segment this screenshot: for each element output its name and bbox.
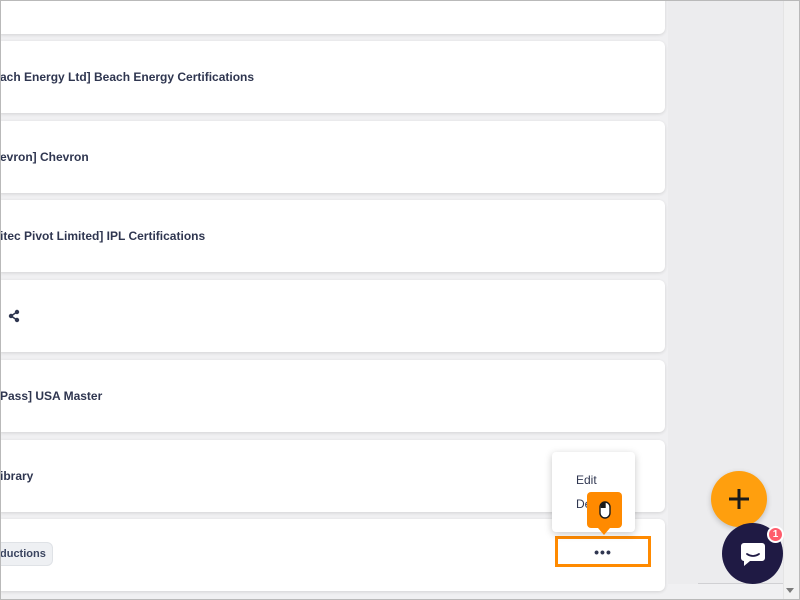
card-title: Pass] USA Master [0, 389, 103, 403]
list-item[interactable]: itec Pivot Limited] IPL Certifications [0, 200, 665, 272]
notification-badge: 1 [767, 526, 784, 543]
scrollbar[interactable] [783, 0, 800, 600]
share-icon[interactable] [7, 309, 21, 323]
menu-item-edit[interactable]: Edit [576, 473, 597, 487]
more-icon: ••• [594, 543, 612, 560]
chat-icon [740, 542, 765, 566]
card-title: ach Energy Ltd] Beach Energy Certificati… [0, 70, 255, 84]
list-item[interactable]: Pass] USA Master [0, 360, 665, 432]
list-item[interactable] [0, 0, 665, 34]
card-title: evron] Chevron [0, 150, 89, 164]
list-item[interactable] [0, 280, 665, 352]
list-item[interactable]: ach Energy Ltd] Beach Energy Certificati… [0, 41, 665, 113]
more-options-button[interactable]: ••• [555, 536, 651, 567]
add-button[interactable] [711, 471, 767, 527]
scroll-down-icon[interactable] [786, 588, 794, 593]
tag-chip: ductions [0, 542, 53, 566]
cursor-indicator [587, 492, 622, 535]
card-title: ibrary [0, 469, 34, 483]
plus-icon [729, 489, 749, 509]
card-title: itec Pivot Limited] IPL Certifications [0, 229, 206, 243]
mouse-icon [598, 501, 611, 519]
list-item[interactable]: evron] Chevron [0, 121, 665, 193]
